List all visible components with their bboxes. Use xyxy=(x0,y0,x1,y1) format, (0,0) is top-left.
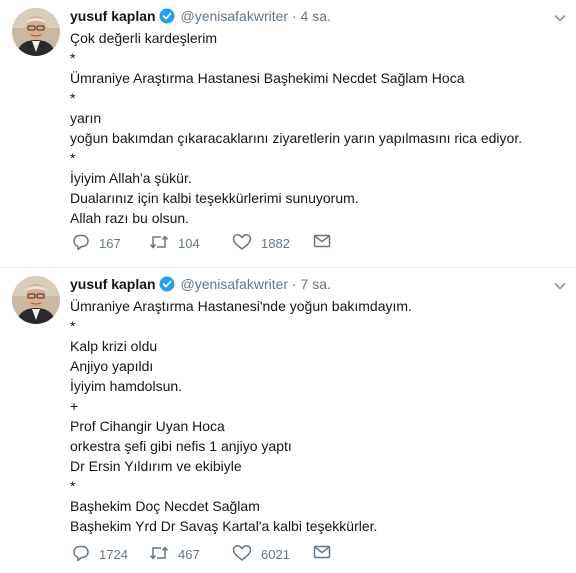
author-handle[interactable]: @yenisafakwriter xyxy=(180,276,288,292)
like-count: 1882 xyxy=(261,236,290,251)
author-name[interactable]: yusuf kaplan xyxy=(70,276,156,292)
tweet-text-line: İyiyim hamdolsun. xyxy=(70,378,183,394)
tweet-text-line: Ümraniye Araştırma Hastanesi'nde yoğun b… xyxy=(70,298,412,314)
verified-badge-icon xyxy=(159,276,175,297)
like-button[interactable]: 6021 xyxy=(232,544,290,565)
tweet-text-line: Anjiyo yapıldı xyxy=(70,358,154,374)
tweet-text-line: yarın xyxy=(70,110,102,126)
reply-count: 1724 xyxy=(99,547,128,562)
heart-icon xyxy=(232,544,261,565)
tweet-text-line: Prof Cihangir Uyan Hoca xyxy=(70,418,225,434)
tweet-text-line: Dualarınız için kalbi teşekkürlerimi sun… xyxy=(70,190,359,206)
tweet-text-line: Başhekim Doç Necdet Sağlam xyxy=(70,498,260,514)
tweet-text: Çok değerli kardeşlerim * Ümraniye Araşt… xyxy=(70,28,570,228)
tweet-text-line: * xyxy=(70,90,76,106)
avatar[interactable] xyxy=(12,8,60,56)
tweet-text-line: Kalp krizi oldu xyxy=(70,338,158,354)
direct-message-button[interactable] xyxy=(313,233,340,252)
tweet-text-line: Ümraniye Araştırma Hastanesi Başhekimi N… xyxy=(70,70,465,86)
tweet-text-line: Dr Ersin Yıldırım ve ekibiyle xyxy=(70,458,242,474)
avatar[interactable] xyxy=(12,276,60,324)
tweet-header: yusuf kaplan @yenisafakwriter · 7 sa. xyxy=(70,274,331,297)
tweet-text-line: + xyxy=(70,398,79,414)
reply-icon xyxy=(72,544,99,565)
verified-badge-icon xyxy=(159,8,175,29)
envelope-icon xyxy=(313,233,340,252)
tweet[interactable]: yusuf kaplan @yenisafakwriter · 4 sa. Ço… xyxy=(0,0,576,267)
chevron-down-icon[interactable] xyxy=(554,9,566,27)
separator-dot: · xyxy=(291,276,297,292)
tweet-text-line: yoğun bakımdan çıkaracaklarını ziyaretle… xyxy=(70,130,523,146)
tweet-text-line: İyiyim Allah'a şükür. xyxy=(70,170,192,186)
retweet-count: 104 xyxy=(178,236,200,251)
reply-button[interactable]: 167 xyxy=(72,233,121,254)
author-handle[interactable]: @yenisafakwriter xyxy=(180,8,288,24)
retweet-icon xyxy=(149,544,178,565)
tweet[interactable]: yusuf kaplan @yenisafakwriter · 7 sa. Üm… xyxy=(0,267,576,573)
tweet-text: Ümraniye Araştırma Hastanesi'nde yoğun b… xyxy=(70,296,570,536)
tweet-text-line: * xyxy=(70,318,76,334)
chevron-down-icon[interactable] xyxy=(554,277,566,295)
retweet-button[interactable]: 104 xyxy=(149,233,200,254)
tweet-text-line: * xyxy=(70,50,76,66)
tweet-text-line: Başhekim Yrd Dr Savaş Kartal'a kalbi teş… xyxy=(70,518,378,534)
tweet-header: yusuf kaplan @yenisafakwriter · 4 sa. xyxy=(70,6,331,29)
tweet-text-line: * xyxy=(70,478,76,494)
tweet-text-line: Çok değerli kardeşlerim xyxy=(70,30,218,46)
retweet-button[interactable]: 467 xyxy=(149,544,200,565)
reply-count: 167 xyxy=(99,236,121,251)
envelope-icon xyxy=(313,544,340,563)
like-button[interactable]: 1882 xyxy=(232,233,290,254)
reply-button[interactable]: 1724 xyxy=(72,544,128,565)
tweet-text-line: Allah razı bu olsun. xyxy=(70,210,190,226)
retweet-count: 467 xyxy=(178,547,200,562)
direct-message-button[interactable] xyxy=(313,544,340,563)
timestamp[interactable]: 4 sa. xyxy=(301,8,331,24)
heart-icon xyxy=(232,233,261,254)
retweet-icon xyxy=(149,233,178,254)
author-name[interactable]: yusuf kaplan xyxy=(70,8,156,24)
separator-dot: · xyxy=(291,8,297,24)
tweet-text-line: * xyxy=(70,150,76,166)
timestamp[interactable]: 7 sa. xyxy=(301,276,331,292)
like-count: 6021 xyxy=(261,547,290,562)
tweet-text-line: orkestra şefi gibi nefis 1 anjiyo yaptı xyxy=(70,438,292,454)
reply-icon xyxy=(72,233,99,254)
